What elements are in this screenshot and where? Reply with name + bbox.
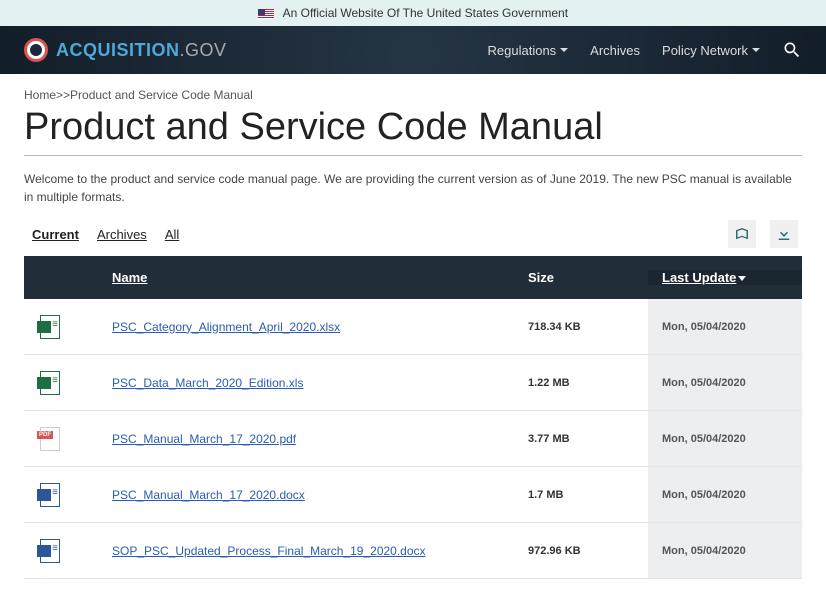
table-row: SOP_PSC_Updated_Process_Final_March_19_2… — [24, 523, 802, 579]
nav-archives[interactable]: Archives — [590, 43, 640, 58]
sort-desc-icon — [738, 276, 746, 281]
download-icon — [775, 225, 793, 243]
table-actions — [728, 220, 798, 248]
word-file-icon — [40, 483, 60, 507]
us-flag-icon — [258, 9, 274, 19]
book-view-button[interactable] — [728, 220, 756, 248]
file-updated: Mon, 05/04/2020 — [648, 411, 802, 466]
gov-banner: An Official Website Of The United States… — [0, 0, 826, 26]
site-logo[interactable]: ACQUISITION.GOV — [24, 38, 227, 62]
file-link[interactable]: PSC_Category_Alignment_April_2020.xlsx — [112, 320, 340, 334]
file-link[interactable]: PSC_Manual_March_17_2020.pdf — [112, 432, 296, 446]
file-size: 718.34 KB — [528, 321, 648, 333]
header-size: Size — [528, 270, 648, 285]
search-button[interactable] — [782, 40, 802, 60]
file-link[interactable]: PSC_Manual_March_17_2020.docx — [112, 488, 305, 502]
table-row: PSC_Data_March_2020_Edition.xls 1.22 MBMo… — [24, 355, 802, 411]
filter-tabs: Current Archives All — [32, 227, 179, 242]
tab-all[interactable]: All — [165, 227, 179, 242]
header-last-update[interactable]: Last Update — [648, 270, 802, 285]
book-icon — [733, 225, 751, 243]
gov-banner-text: An Official Website Of The United States… — [283, 6, 568, 20]
file-updated: Mon, 05/04/2020 — [648, 523, 802, 578]
excel-file-icon — [40, 315, 60, 339]
file-size: 3.77 MB — [528, 433, 648, 445]
search-icon — [782, 40, 802, 60]
file-size: 1.7 MB — [528, 489, 648, 501]
nav-regulations[interactable]: Regulations — [488, 43, 569, 58]
tab-archives[interactable]: Archives — [97, 227, 147, 242]
file-updated: Mon, 05/04/2020 — [648, 299, 802, 354]
nav-policy-network[interactable]: Policy Network — [662, 43, 760, 58]
table-body: PSC_Category_Alignment_April_2020.xlsx 71… — [24, 299, 802, 579]
table-row: PSC_Manual_March_17_2020.docx 1.7 MBMon, … — [24, 467, 802, 523]
tabs-row: Current Archives All — [24, 220, 802, 256]
download-button[interactable] — [770, 220, 798, 248]
logo-text: ACQUISITION.GOV — [56, 40, 227, 61]
top-navigation: ACQUISITION.GOV Regulations Archives Pol… — [0, 26, 826, 74]
chevron-down-icon — [752, 48, 760, 52]
breadcrumb-home[interactable]: Home — [24, 88, 56, 102]
header-name[interactable]: Name — [112, 270, 528, 285]
table-header: Name Size Last Update — [24, 256, 802, 299]
file-updated: Mon, 05/04/2020 — [648, 355, 802, 410]
chevron-down-icon — [560, 48, 568, 52]
file-size: 1.22 MB — [528, 377, 648, 389]
breadcrumb: Home>>Product and Service Code Manual — [24, 88, 802, 102]
word-file-icon — [40, 539, 60, 563]
logo-icon — [24, 38, 48, 62]
table-row: PSC_Category_Alignment_April_2020.xlsx 71… — [24, 299, 802, 355]
breadcrumb-current: Product and Service Code Manual — [70, 88, 253, 102]
file-size: 972.96 KB — [528, 545, 648, 557]
file-table: Name Size Last Update PSC_Category_Align… — [24, 256, 802, 579]
primary-nav: Regulations Archives Policy Network — [488, 40, 802, 60]
intro-text: Welcome to the product and service code … — [24, 170, 802, 206]
file-updated: Mon, 05/04/2020 — [648, 467, 802, 522]
file-link[interactable]: PSC_Data_March_2020_Edition.xls — [112, 376, 303, 390]
main-content: Home>>Product and Service Code Manual Pr… — [0, 74, 826, 579]
page-title: Product and Service Code Manual — [24, 106, 802, 156]
excel-file-icon — [40, 371, 60, 395]
pdf-file-icon — [40, 427, 60, 451]
file-link[interactable]: SOP_PSC_Updated_Process_Final_March_19_2… — [112, 544, 426, 558]
table-row: PSC_Manual_March_17_2020.pdf 3.77 MBMon, … — [24, 411, 802, 467]
tab-current[interactable]: Current — [32, 227, 79, 242]
